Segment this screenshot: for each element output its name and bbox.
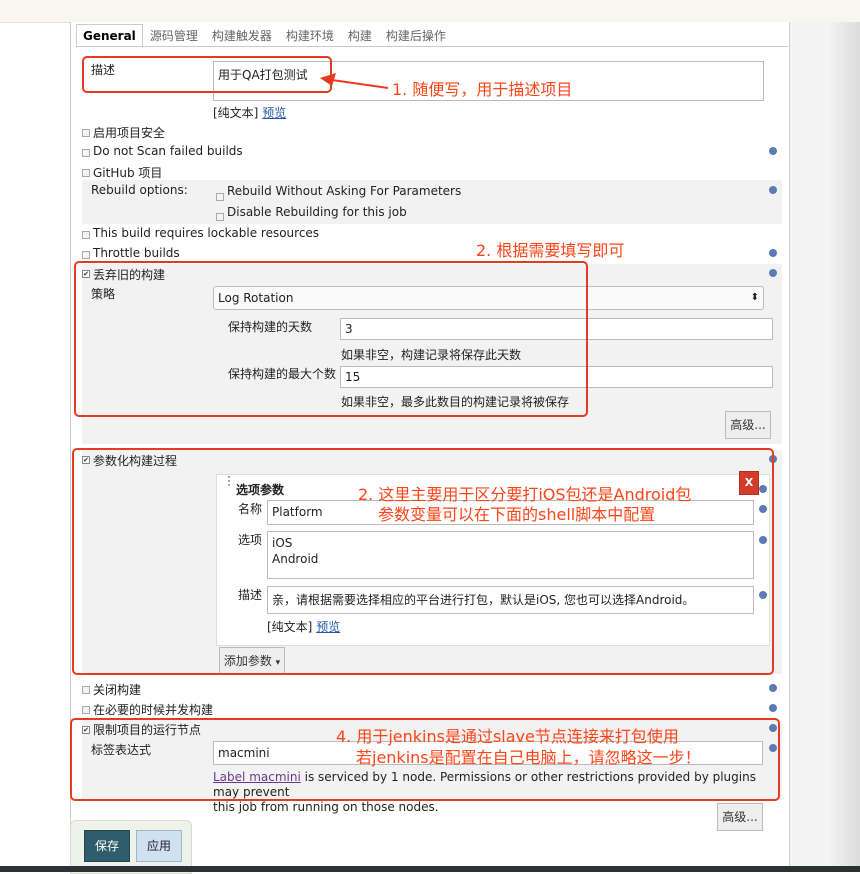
annotation-box-4 — [70, 718, 780, 801]
label-info-line2: this job from running on those nodes. — [213, 800, 439, 814]
right-background — [788, 22, 860, 872]
disable-build-checkbox[interactable] — [82, 686, 90, 694]
concurrent-build-checkbox[interactable] — [82, 706, 90, 714]
help-icon[interactable] — [769, 249, 777, 257]
tab-build[interactable]: 构建 — [341, 24, 379, 48]
help-icon[interactable] — [769, 704, 777, 712]
disable-build-label: 关闭构建 — [93, 683, 142, 697]
tab-general[interactable]: General — [76, 24, 143, 48]
lockable-resources-label: This build requires lockable resources — [93, 226, 320, 240]
throttle-builds-checkbox[interactable] — [82, 251, 90, 259]
tab-triggers[interactable]: 构建触发器 — [205, 24, 279, 48]
project-security-checkbox[interactable] — [82, 129, 90, 137]
description-preview-link[interactable]: 预览 — [262, 106, 286, 120]
select-arrows-icon: ⬍ — [750, 292, 759, 303]
github-project-label: GitHub 项目 — [93, 166, 163, 180]
tab-post-build[interactable]: 构建后操作 — [379, 24, 453, 48]
rebuild-without-asking-label: Rebuild Without Asking For Parameters — [227, 184, 462, 198]
save-button[interactable]: 保存 — [84, 830, 130, 862]
help-icon[interactable] — [769, 684, 777, 692]
concurrent-build-label: 在必要的时候并发构建 — [93, 703, 214, 717]
no-scan-failed-checkbox[interactable] — [82, 149, 90, 157]
tab-scm[interactable]: 源码管理 — [143, 24, 205, 48]
help-icon[interactable] — [769, 147, 777, 155]
annotation-box-3 — [72, 448, 774, 675]
lockable-resources-checkbox[interactable] — [82, 231, 90, 239]
disable-rebuilding-label: Disable Rebuilding for this job — [227, 205, 407, 219]
tab-environment[interactable]: 构建环境 — [279, 24, 341, 48]
tab-divider — [76, 46, 788, 47]
label-advanced-button[interactable]: 高级... — [717, 803, 763, 831]
github-project-checkbox[interactable] — [82, 169, 90, 177]
discard-advanced-button[interactable]: 高级... — [725, 411, 771, 439]
rebuild-without-asking-checkbox[interactable] — [216, 193, 224, 201]
project-security-label: 启用项目安全 — [93, 126, 166, 140]
help-icon[interactable] — [769, 186, 777, 194]
annotation-1: 1. 随便写，用于描述项目 — [392, 80, 573, 99]
description-plain-text: [纯文本] — [213, 106, 259, 120]
bottom-strip — [0, 866, 860, 872]
rebuild-options-label: Rebuild options: — [91, 183, 188, 197]
config-tabs: General 源码管理 构建触发器 构建环境 构建 构建后操作 — [76, 24, 453, 48]
apply-button[interactable]: 应用 — [136, 830, 182, 862]
disable-rebuilding-checkbox[interactable] — [216, 213, 224, 221]
annotation-box-1 — [82, 56, 332, 93]
throttle-builds-label: Throttle builds — [93, 246, 180, 260]
help-icon[interactable] — [769, 269, 777, 277]
annotation-2: 2. 根据需要填写即可 — [476, 241, 625, 260]
annotation-box-2 — [74, 261, 588, 417]
no-scan-failed-label: Do not Scan failed builds — [93, 144, 243, 158]
top-bar — [0, 0, 860, 23]
annotation-arrow-icon — [320, 73, 389, 89]
